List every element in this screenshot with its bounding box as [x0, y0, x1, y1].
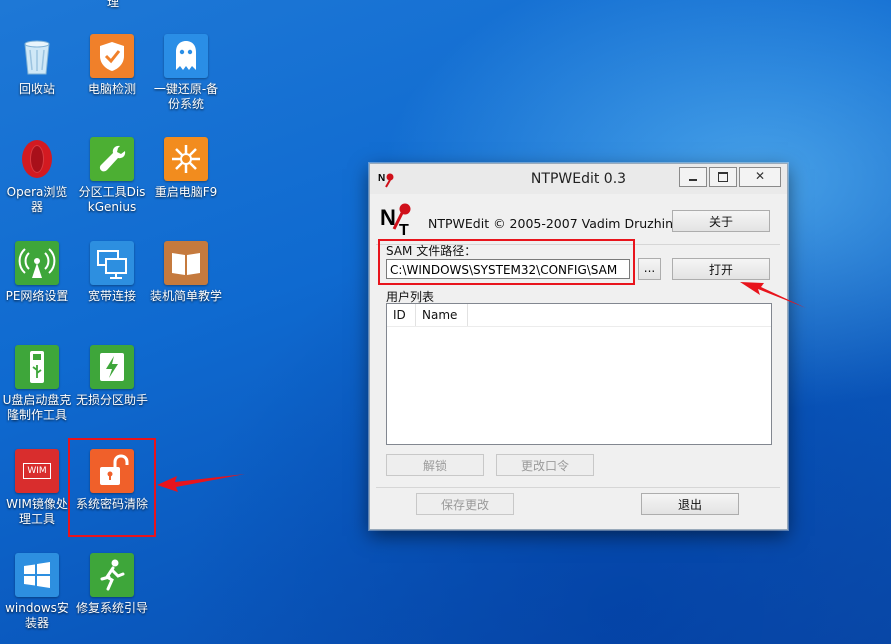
- usb-icon: [15, 345, 59, 389]
- desktop-icon-install-guide[interactable]: 装机简单教学: [150, 241, 222, 304]
- icon-label: U盘启动盘克隆制作工具: [2, 393, 72, 422]
- icon-label: 重启电脑F9: [154, 185, 218, 199]
- desktop-icon-windows-installer[interactable]: windows安装器: [1, 553, 73, 631]
- recycle-bin-icon: [15, 34, 59, 78]
- desktop-icon-opera[interactable]: Opera浏览器: [1, 137, 73, 215]
- svg-text:N: N: [380, 205, 396, 230]
- maximize-button[interactable]: [709, 167, 737, 187]
- icon-label: 理: [106, 0, 119, 9]
- icon-label: 分区工具DiskGenius: [78, 185, 146, 214]
- ntpwedit-logo-icon: N T: [380, 203, 411, 235]
- desktop-icon-usb-tool[interactable]: U盘启动盘克隆制作工具: [1, 345, 73, 423]
- icon-label: 回收站: [18, 82, 55, 96]
- antenna-icon: [15, 241, 59, 285]
- copyright-text: NTPWEdit © 2005-2007 Vadim Druzhin: [428, 216, 674, 231]
- icon-label: 无损分区助手: [76, 393, 149, 407]
- desktop-icon-wim-tool[interactable]: WIM WIM镜像处理工具: [1, 449, 73, 527]
- runner-icon: [90, 553, 134, 597]
- exit-button[interactable]: 退出: [641, 493, 739, 515]
- desktop-icon-recycle-bin[interactable]: 回收站: [1, 34, 73, 97]
- icon-label: Opera浏览器: [6, 185, 68, 214]
- desktop-icon-pe-network[interactable]: PE网络设置: [1, 241, 73, 304]
- header-divider: [387, 326, 771, 327]
- desktop-icon-pc-check[interactable]: 电脑检测: [76, 34, 148, 97]
- wim-badge: WIM: [23, 463, 51, 479]
- desktop-icon-partition-assistant[interactable]: 无损分区助手: [76, 345, 148, 408]
- icon-label: PE网络设置: [5, 289, 69, 303]
- desktop-icon-ghost-restore[interactable]: 一键还原-备份系统: [150, 34, 222, 112]
- icon-label: windows安装器: [5, 601, 69, 630]
- close-icon: ✕: [754, 169, 766, 183]
- arrow-icon: [157, 474, 245, 492]
- shield-check-icon: [90, 34, 134, 78]
- highlight-box-password-icon: [68, 438, 156, 537]
- icon-label: 装机简单教学: [150, 289, 223, 303]
- icon-label: 修复系统引导: [76, 601, 149, 615]
- ghost-icon: [164, 34, 208, 78]
- user-list[interactable]: ID Name: [386, 303, 772, 445]
- ntpwedit-window: N NTPWEdit 0.3 ✕ N T NTPWEdit © 2005-200…: [369, 163, 788, 530]
- desktop-icon-diskgenius[interactable]: 分区工具DiskGenius: [76, 137, 148, 215]
- highlight-box-sam-path: [378, 239, 635, 285]
- icon-label: 一键还原-备份系统: [153, 82, 219, 111]
- unlock-button[interactable]: 解锁: [386, 454, 484, 476]
- svg-text:T: T: [399, 222, 409, 235]
- desktop-icon-partial[interactable]: 理: [77, 0, 149, 10]
- opera-icon: [15, 137, 59, 181]
- desktop-icon-boot-repair[interactable]: 修复系统引导: [76, 553, 148, 616]
- wim-icon: WIM: [15, 449, 59, 493]
- change-password-button[interactable]: 更改口令: [496, 454, 594, 476]
- window-client: N T NTPWEdit © 2005-2007 Vadim Druzhin 关…: [370, 194, 787, 529]
- maximize-icon: [718, 172, 728, 182]
- about-button[interactable]: 关于: [672, 210, 770, 232]
- restart-burst-icon: [164, 137, 208, 181]
- desktop-icon-restart-f9[interactable]: 重启电脑F9: [150, 137, 222, 200]
- minimize-icon: [689, 179, 697, 181]
- desktop-icon-broadband[interactable]: 宽带连接: [76, 241, 148, 304]
- book-icon: [164, 241, 208, 285]
- icon-label: 电脑检测: [87, 82, 136, 96]
- title-bar[interactable]: N NTPWEdit 0.3 ✕: [370, 164, 787, 194]
- save-changes-button[interactable]: 保存更改: [416, 493, 514, 515]
- lightning-icon: [90, 345, 134, 389]
- icon-label: 宽带连接: [87, 289, 136, 303]
- icon-label: WIM镜像处理工具: [6, 497, 68, 526]
- wrench-icon: [90, 137, 134, 181]
- browse-button[interactable]: ...: [638, 258, 661, 280]
- monitors-icon: [90, 241, 134, 285]
- column-header-id[interactable]: ID: [387, 304, 416, 326]
- windows-logo-icon: [15, 553, 59, 597]
- minimize-button[interactable]: [679, 167, 707, 187]
- close-button[interactable]: ✕: [739, 167, 781, 187]
- column-header-name[interactable]: Name: [416, 304, 468, 326]
- arrow-icon: [740, 282, 806, 308]
